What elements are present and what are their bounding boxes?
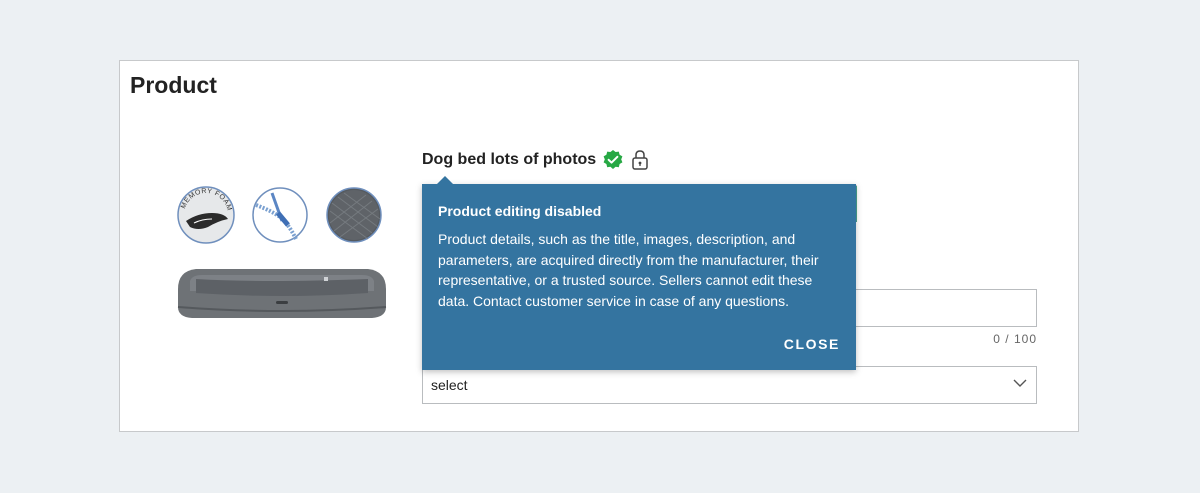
character-counter: 0 / 100 (993, 332, 1037, 346)
chevron-down-icon (1012, 375, 1028, 396)
verified-check-icon (602, 149, 624, 171)
lock-icon (630, 149, 650, 171)
select-value: select (431, 377, 468, 393)
tooltip-arrow (436, 176, 454, 185)
select-dropdown[interactable]: select (422, 366, 1037, 404)
editing-disabled-tooltip: Product editing disabled Product details… (422, 176, 856, 370)
page-title: Product (130, 72, 217, 98)
tooltip-body: Product details, such as the title, imag… (438, 231, 819, 309)
tooltip-title: Product editing disabled (438, 203, 602, 219)
product-image: MEMORY FOAM (172, 183, 392, 323)
product-name: Dog bed lots of photos (422, 151, 597, 168)
close-button[interactable]: CLOSE (784, 336, 840, 352)
product-name-row: Dog bed lots of photos (422, 147, 650, 173)
